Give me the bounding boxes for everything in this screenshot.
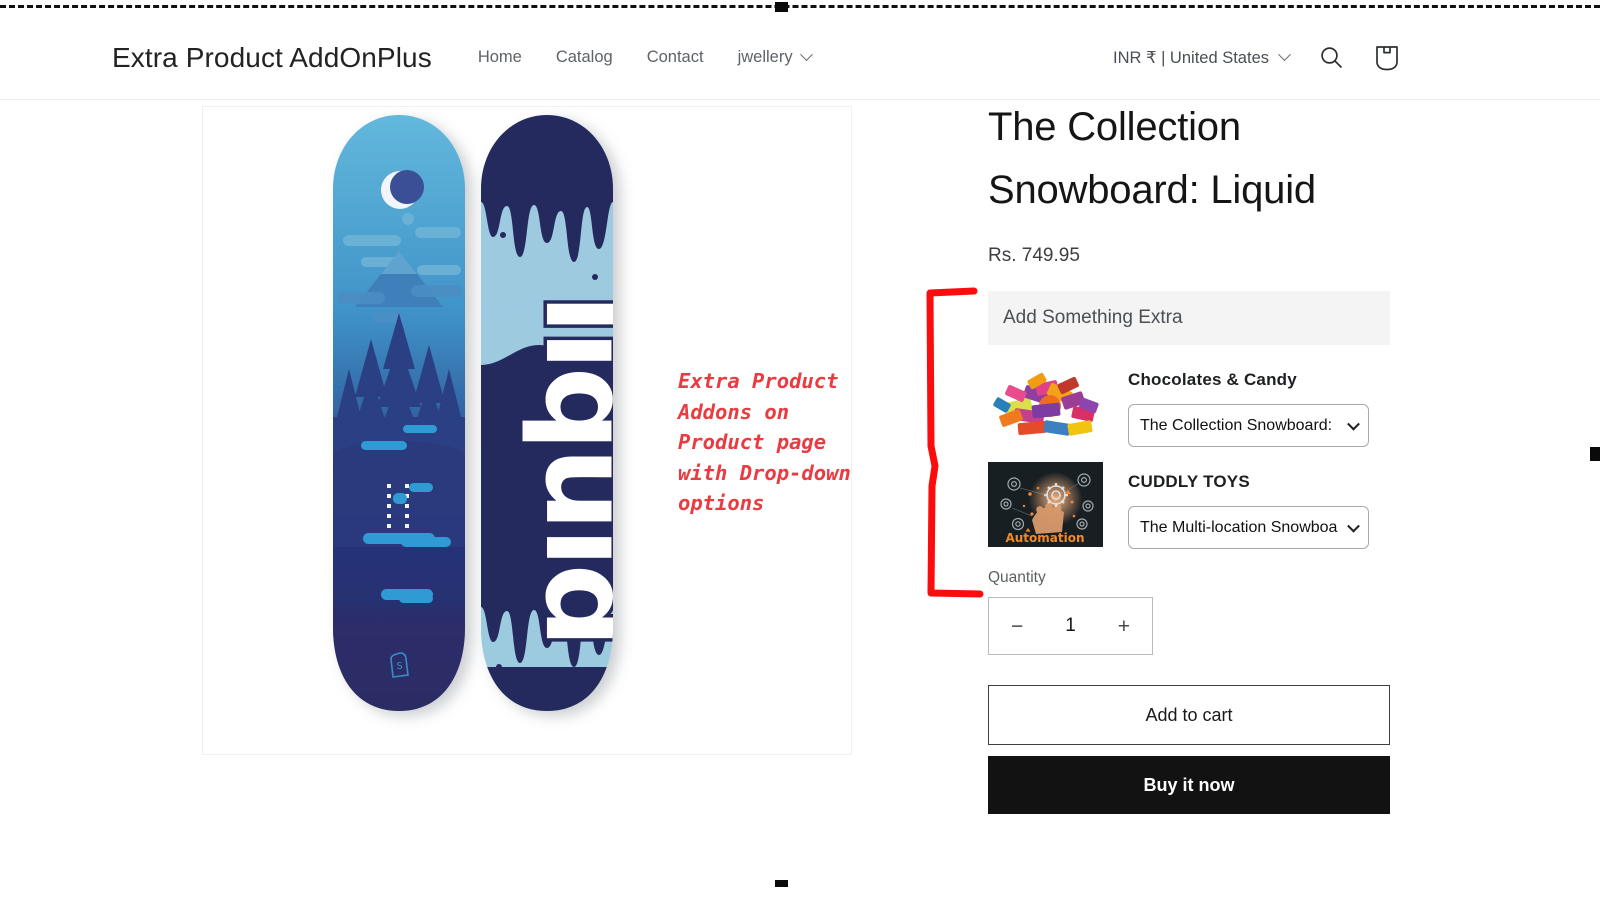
nav-item-catalog[interactable]: Catalog xyxy=(556,48,613,67)
resize-handle-top[interactable] xyxy=(775,2,788,12)
addon-thumb-caption: Automation xyxy=(1005,531,1084,545)
page-root: Extra Product AddOnPlus Home Catalog Con… xyxy=(0,0,1600,900)
nav-item-jwellery-label: jwellery xyxy=(737,48,793,66)
addon-row: Chocolates & Candy The Collection Snowbo… xyxy=(988,360,1390,447)
addon-variant-select-chocolates[interactable]: The Collection Snowboard: xyxy=(1128,404,1369,447)
nav-item-home[interactable]: Home xyxy=(478,48,522,67)
buy-it-now-button[interactable]: Buy it now xyxy=(988,756,1390,814)
quantity-decrease-button[interactable]: − xyxy=(1011,616,1023,637)
addon-title: CUDDLY TOYS xyxy=(1128,472,1250,491)
svg-text:S: S xyxy=(396,661,402,672)
header-actions: INR ₹ | United States xyxy=(1113,44,1400,72)
product-price: Rs. 749.95 xyxy=(988,245,1080,266)
chevron-down-icon xyxy=(1347,417,1360,431)
annotation-text: Extra Product Addons on Product page wit… xyxy=(678,369,851,515)
main-nav: Home Catalog Contact jwellery xyxy=(478,48,813,67)
nav-item-jwellery[interactable]: jwellery xyxy=(737,48,813,67)
selection-frame-top xyxy=(0,5,1600,8)
cart-icon[interactable] xyxy=(1374,44,1400,72)
resize-handle-right[interactable] xyxy=(1590,447,1600,461)
addon-variant-select-cuddly-toys[interactable]: The Multi-location Snowboa xyxy=(1128,506,1369,549)
quantity-label: Quantity xyxy=(988,569,1046,586)
locale-selector[interactable]: INR ₹ | United States xyxy=(1112,48,1291,68)
search-icon[interactable] xyxy=(1319,45,1344,70)
page-title: The Collection Snowboard: Liquid xyxy=(988,105,1316,212)
add-to-cart-button[interactable]: Add to cart xyxy=(988,685,1390,745)
chevron-down-icon xyxy=(1347,519,1360,533)
site-brand[interactable]: Extra Product AddOnPlus xyxy=(112,42,432,74)
addon-variant-value: The Collection Snowboard: xyxy=(1140,416,1333,434)
addon-body: CUDDLY TOYS The Multi-location Snowboa xyxy=(1128,462,1390,549)
addon-body: Chocolates & Candy The Collection Snowbo… xyxy=(1128,360,1390,447)
addon-thumbnail-cuddly-toys[interactable]: Automation xyxy=(988,462,1103,547)
quantity-input[interactable]: 1 xyxy=(1065,615,1076,637)
product-info-column: The Collection Snowboard: Liquid Rs. 749… xyxy=(988,96,1390,814)
locale-label: INR ₹ | United States xyxy=(1112,48,1269,67)
quantity-increase-button[interactable]: + xyxy=(1118,616,1130,637)
chevron-down-icon xyxy=(799,48,813,62)
svg-text:liquid: liquid xyxy=(519,294,657,644)
site-header: Extra Product AddOnPlus Home Catalog Con… xyxy=(0,16,1600,100)
annotation-bracket xyxy=(926,287,984,598)
resize-handle-bottom[interactable] xyxy=(775,880,788,887)
chevron-down-icon xyxy=(1278,48,1291,62)
quantity-stepper[interactable]: − 1 + xyxy=(988,597,1153,655)
nav-item-contact[interactable]: Contact xyxy=(647,48,704,67)
addon-variant-value: The Multi-location Snowboa xyxy=(1140,518,1338,536)
addon-title: Chocolates & Candy xyxy=(1128,370,1297,389)
addon-thumbnail-chocolates[interactable] xyxy=(988,360,1103,445)
addon-section-header: Add Something Extra xyxy=(988,291,1390,345)
addon-row: Automation CUDDLY TOYS The Multi-locatio… xyxy=(988,462,1390,549)
